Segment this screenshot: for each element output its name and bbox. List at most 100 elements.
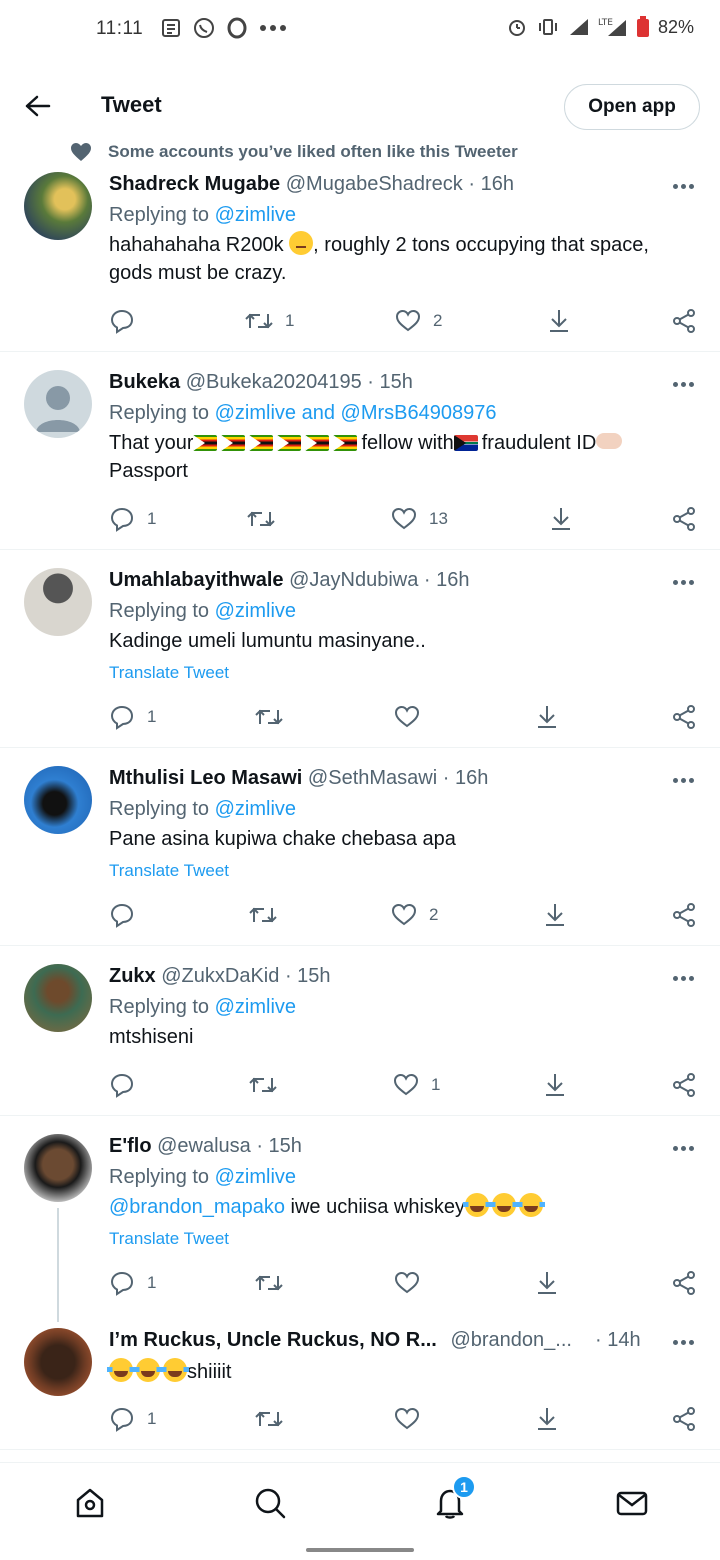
avatar[interactable] (24, 568, 92, 636)
like-button[interactable] (394, 1268, 432, 1298)
avatar[interactable] (24, 964, 92, 1032)
mention-link[interactable]: @brandon_mapako (109, 1196, 285, 1218)
replying-to-link[interactable]: @zimlive (215, 600, 296, 622)
replying-to-link[interactable]: @zimlive (215, 1166, 296, 1188)
share-button[interactable] (671, 1070, 697, 1100)
more-options-button[interactable] (668, 1332, 698, 1352)
author-name[interactable]: Mthulisi Leo Masawi (109, 767, 302, 789)
download-icon (550, 310, 568, 332)
like-button[interactable] (394, 702, 432, 732)
share-button[interactable] (671, 900, 697, 930)
tweet[interactable]: I’m Ruckus, Uncle Ruckus, NO R... @brand… (0, 1316, 720, 1450)
author-name[interactable]: Umahlabayithwale (109, 569, 284, 591)
author-name[interactable]: Zukx (109, 965, 156, 987)
tweet[interactable]: Mthulisi Leo Masawi @SethMasawi · 16h Re… (0, 748, 720, 946)
share-download-button[interactable] (547, 306, 571, 336)
tweet[interactable]: Shadreck Mugabe @MugabeShadreck · 16h Re… (0, 160, 720, 352)
share-button[interactable] (671, 306, 697, 336)
reply-button[interactable] (109, 1070, 147, 1100)
tweet[interactable]: E'flo @ewalusa · 15h Replying to @zimliv… (0, 1116, 720, 1322)
pointing-left-emoji (596, 433, 623, 449)
author-name[interactable]: Bukeka (109, 371, 180, 393)
tweet[interactable]: Bukeka @Bukeka20204195 · 15h Replying to… (0, 352, 720, 550)
translate-tweet-link[interactable]: Translate Tweet (109, 861, 692, 881)
reply-button[interactable] (109, 900, 147, 930)
retweet-button[interactable] (255, 1268, 295, 1298)
tweet[interactable]: Zukx @ZukxDaKid · 15h Replying to @zimli… (0, 946, 720, 1116)
reply-button[interactable]: 1 (109, 1268, 156, 1298)
like-button[interactable] (394, 1404, 432, 1434)
nav-notifications[interactable]: 1 (428, 1475, 476, 1525)
share-download-button[interactable] (535, 702, 559, 732)
author-handle[interactable]: @ZukxDaKid (161, 965, 279, 987)
replying-to-link[interactable]: @zimlive and @MrsB64908976 (215, 402, 497, 424)
tweet-time[interactable]: · 15h (285, 965, 331, 987)
author-handle[interactable]: @SethMasawi (308, 767, 437, 789)
author-name[interactable]: Shadreck Mugabe (109, 173, 280, 195)
more-options-button[interactable] (668, 968, 698, 988)
author-name[interactable]: I’m Ruckus, Uncle Ruckus, NO R... (109, 1329, 437, 1351)
tweet-time[interactable]: · 14h (595, 1326, 641, 1354)
more-options-button[interactable] (668, 572, 698, 592)
replying-to-link[interactable]: @zimlive (215, 204, 296, 226)
more-options-button[interactable] (668, 770, 698, 790)
share-download-button[interactable] (535, 1404, 559, 1434)
reply-button[interactable] (109, 306, 147, 336)
nav-search[interactable] (248, 1481, 292, 1525)
nav-messages[interactable] (610, 1481, 654, 1525)
share-download-button[interactable] (549, 504, 573, 534)
avatar[interactable] (24, 172, 92, 240)
like-button[interactable]: 1 (393, 1070, 440, 1100)
social-context: Some accounts you’ve liked often like th… (70, 142, 518, 162)
open-app-button[interactable]: Open app (564, 84, 700, 130)
like-button[interactable]: 2 (395, 306, 442, 336)
retweet-button[interactable] (249, 1070, 289, 1100)
avatar[interactable] (24, 1328, 92, 1396)
like-button[interactable]: 13 (391, 504, 448, 534)
tweet[interactable]: Umahlabayithwale @JayNdubiwa · 16h Reply… (0, 550, 720, 748)
more-options-button[interactable] (668, 1138, 698, 1158)
retweet-button[interactable] (255, 702, 295, 732)
like-button[interactable]: 2 (391, 900, 438, 930)
share-download-button[interactable] (543, 1070, 567, 1100)
tweet-time[interactable]: · 16h (424, 569, 470, 591)
share-button[interactable] (671, 504, 697, 534)
retweet-button[interactable] (247, 504, 287, 534)
author-handle[interactable]: @JayNdubiwa (289, 569, 418, 591)
retweet-button[interactable] (249, 900, 289, 930)
avatar[interactable] (24, 766, 92, 834)
tweet-text-part: Passport (109, 460, 188, 482)
share-download-button[interactable] (543, 900, 567, 930)
reply-button[interactable]: 1 (109, 504, 156, 534)
share-button[interactable] (671, 1404, 697, 1434)
avatar[interactable] (24, 1134, 92, 1202)
share-button[interactable] (671, 702, 697, 732)
tears-of-joy-emoji (490, 1193, 519, 1217)
retweet-button[interactable] (255, 1404, 295, 1434)
author-handle[interactable]: @MugabeShadreck (286, 173, 463, 195)
more-options-button[interactable] (668, 374, 698, 394)
author-handle[interactable]: @ewalusa (157, 1135, 251, 1157)
avatar[interactable] (24, 370, 92, 438)
tweet-time[interactable]: · 16h (443, 767, 489, 789)
more-options-button[interactable] (668, 176, 698, 196)
author-handle[interactable]: @Bukeka20204195 (186, 371, 362, 393)
home-icon (76, 1488, 104, 1518)
reply-button[interactable]: 1 (109, 1404, 156, 1434)
share-download-button[interactable] (535, 1268, 559, 1298)
nav-home[interactable] (68, 1481, 112, 1525)
translate-tweet-link[interactable]: Translate Tweet (109, 1229, 692, 1249)
retweet-button[interactable]: 1 (245, 306, 294, 336)
author-name[interactable]: E'flo (109, 1135, 152, 1157)
share-button[interactable] (671, 1268, 697, 1298)
tweet-time[interactable]: · 15h (367, 371, 413, 393)
author-handle[interactable]: @brandon_... (450, 1329, 572, 1351)
back-button[interactable] (20, 88, 56, 124)
replying-to-link[interactable]: @zimlive (215, 996, 296, 1018)
reply-button[interactable]: 1 (109, 702, 156, 732)
tweet-time[interactable]: · 15h (256, 1135, 302, 1157)
replying-to-link[interactable]: @zimlive (215, 798, 296, 820)
translate-tweet-link[interactable]: Translate Tweet (109, 663, 692, 683)
home-indicator[interactable] (306, 1548, 414, 1552)
tweet-time[interactable]: · 16h (468, 173, 514, 195)
